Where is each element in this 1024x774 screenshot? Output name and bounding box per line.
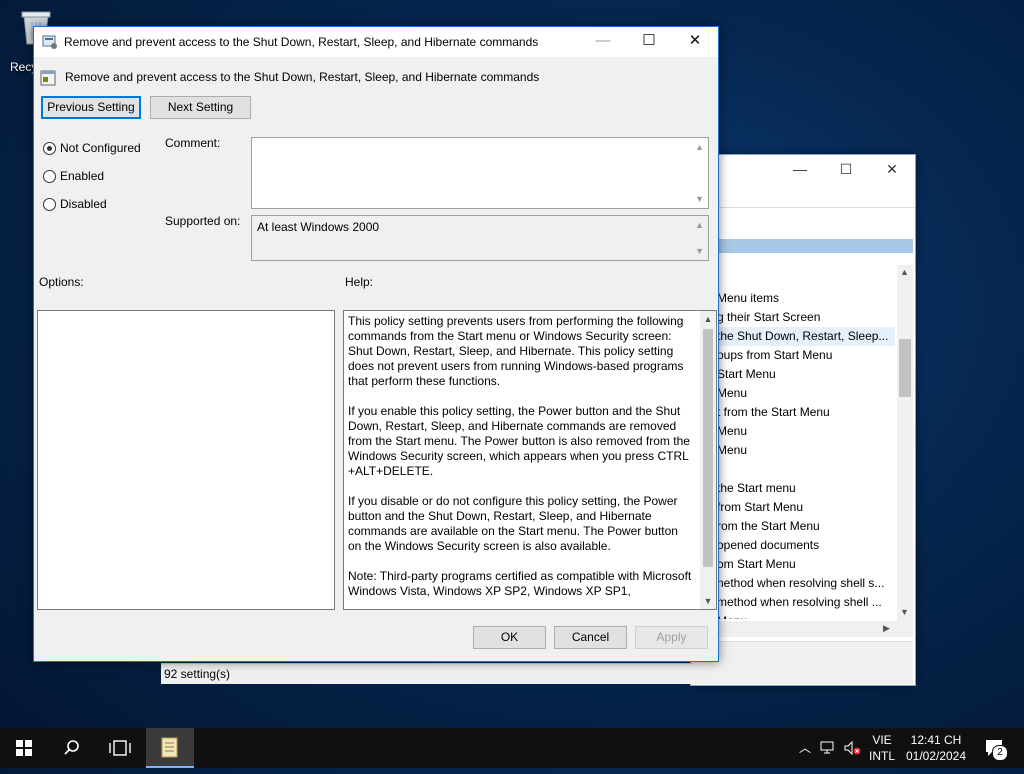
setting-list-item[interactable]: oups from Start Menu xyxy=(717,346,895,365)
maximize-icon: ☐ xyxy=(642,32,656,49)
minimize-icon: — xyxy=(595,32,611,49)
settings-list[interactable]: Menu items g their Start Screen the Shut D… xyxy=(717,289,895,619)
scroll-down-icon[interactable]: ▼ xyxy=(900,607,909,617)
notepad-app-icon xyxy=(161,737,178,758)
bg-horizontal-scrollbar[interactable]: ▶ xyxy=(691,621,913,637)
dialog-title: Remove and prevent access to the Shut Do… xyxy=(64,35,539,49)
radio-enabled-label: Enabled xyxy=(60,169,105,183)
apply-button[interactable]: Apply xyxy=(635,626,708,649)
help-scrollbar[interactable]: ▲ ▼ xyxy=(700,311,716,609)
bg-maximize-button[interactable]: ☐ xyxy=(831,161,861,181)
policy-icon xyxy=(42,35,57,49)
radio-enabled-circle[interactable] xyxy=(43,170,56,183)
setting-list-item[interactable]: Start Menu xyxy=(717,365,895,384)
bg-vertical-scrollbar[interactable]: ▲ ▼ xyxy=(897,265,913,621)
setting-list-item[interactable]: nethod when resolving shell s... xyxy=(717,574,895,593)
setting-list-item[interactable]: g their Start Screen xyxy=(717,308,895,327)
close-icon: ✕ xyxy=(688,32,702,49)
help-scroll-down-icon[interactable]: ▼ xyxy=(700,593,716,609)
taskbar: ︿ VIE INTL 12:41 CH 01/02/2024 2 xyxy=(0,728,1024,768)
task-view-icon xyxy=(109,740,131,756)
lang-code: VIE xyxy=(872,733,892,747)
setting-header: Remove and prevent access to the Shut Do… xyxy=(65,70,540,84)
clock-date: 01/02/2024 xyxy=(905,749,967,763)
setting-list-item[interactable]: Menu xyxy=(717,441,895,460)
supported-scroll-up-icon[interactable]: ▲ xyxy=(695,220,704,230)
network-icon xyxy=(820,741,834,754)
help-scroll-up-icon[interactable]: ▲ xyxy=(700,311,716,327)
search-button[interactable] xyxy=(48,728,96,768)
setting-list-item[interactable]: rom the Start Menu xyxy=(717,517,895,536)
setting-list-item[interactable]: om Start Menu xyxy=(717,555,895,574)
minimize-button[interactable]: — xyxy=(580,27,626,57)
windows-logo-icon xyxy=(16,740,32,756)
radio-not-configured-label: Not Configured xyxy=(60,141,141,155)
scroll-right-icon[interactable]: ▶ xyxy=(883,623,890,634)
scroll-up-icon[interactable]: ▲ xyxy=(900,267,909,277)
clock[interactable]: 12:41 CH 01/02/2024 xyxy=(902,728,970,768)
setting-list-item[interactable]: opened documents xyxy=(717,536,895,555)
help-label: Help: xyxy=(345,275,374,289)
close-button[interactable]: ✕ xyxy=(672,27,718,57)
taskbar-gpedit-app[interactable] xyxy=(146,728,194,768)
supported-on-value: At least Windows 2000 xyxy=(257,220,380,234)
clock-time: 12:41 CH xyxy=(910,733,962,747)
search-icon xyxy=(64,740,79,755)
bg-titlebar[interactable]: — ☐ ✕ xyxy=(691,155,915,185)
maximize-button[interactable]: ☐ xyxy=(626,27,672,57)
speaker-muted-icon xyxy=(844,740,861,756)
setting-list-item[interactable]: Menu xyxy=(717,384,895,403)
comment-scroll-down-icon[interactable]: ▼ xyxy=(695,194,704,204)
show-hidden-icons-button[interactable]: ︿ xyxy=(796,728,814,768)
supported-on-label: Supported on: xyxy=(165,214,241,228)
bg-status-bar xyxy=(691,641,913,684)
setting-list-item[interactable]: Menu items xyxy=(717,289,895,308)
next-setting-button[interactable]: Next Setting xyxy=(150,96,251,119)
supported-scroll-down-icon[interactable]: ▼ xyxy=(695,246,704,256)
setting-list-item[interactable]: Menu xyxy=(717,612,895,619)
group-policy-editor-window[interactable]: — ☐ ✕ Menu items g their Start Screen the … xyxy=(690,154,916,686)
bg-close-button[interactable]: ✕ xyxy=(877,161,907,181)
comment-scroll-up-icon[interactable]: ▲ xyxy=(695,142,704,152)
options-label: Options: xyxy=(39,275,84,289)
setting-list-item[interactable]: method when resolving shell ... xyxy=(717,593,895,612)
action-center-button[interactable]: 2 xyxy=(978,728,1012,768)
keyboard-layout: INTL xyxy=(868,749,895,763)
setting-list-item[interactable]: Menu xyxy=(717,422,895,441)
supported-on-field: At least Windows 2000 ▲ ▼ xyxy=(251,215,709,261)
notification-count-badge: 2 xyxy=(992,745,1008,761)
cancel-button[interactable]: Cancel xyxy=(554,626,627,649)
radio-disabled-circle[interactable] xyxy=(43,198,56,211)
bg-menu-divider xyxy=(691,207,915,208)
dialog-titlebar[interactable]: Remove and prevent access to the Shut Do… xyxy=(34,27,718,57)
chevron-up-icon: ︿ xyxy=(798,741,811,755)
setting-list-item[interactable]: the Start menu xyxy=(717,479,895,498)
options-pane[interactable] xyxy=(37,310,335,610)
comment-textarea[interactable]: ▲ ▼ xyxy=(251,137,709,209)
start-button[interactable] xyxy=(0,728,48,768)
input-language-button[interactable]: VIE INTL xyxy=(866,728,898,768)
policy-setting-dialog[interactable]: Remove and prevent access to the Shut Do… xyxy=(33,26,719,662)
settings-count: 92 setting(s) xyxy=(164,667,231,681)
help-pane[interactable]: This policy setting prevents users from … xyxy=(343,310,717,610)
bg-scroll-thumb[interactable] xyxy=(899,339,911,397)
help-text: This policy setting prevents users from … xyxy=(348,314,692,598)
setting-header-icon xyxy=(40,70,56,86)
setting-list-item[interactable]: from Start Menu xyxy=(717,498,895,517)
volume-button[interactable] xyxy=(842,728,864,768)
help-scroll-thumb[interactable] xyxy=(703,329,713,567)
comment-label: Comment: xyxy=(165,136,221,150)
status-bar: 92 setting(s) xyxy=(161,663,693,684)
bg-column-header xyxy=(691,239,913,253)
radio-disabled-label: Disabled xyxy=(60,197,107,211)
setting-list-item[interactable] xyxy=(717,460,895,479)
setting-list-item[interactable]: t from the Start Menu xyxy=(717,403,895,422)
radio-not-configured-circle[interactable] xyxy=(43,142,56,155)
previous-setting-button[interactable]: Previous Setting xyxy=(41,96,141,119)
ok-button[interactable]: OK xyxy=(473,626,546,649)
setting-list-item[interactable]: the Shut Down, Restart, Sleep... xyxy=(717,327,895,346)
task-view-button[interactable] xyxy=(96,728,144,768)
bg-minimize-button[interactable]: — xyxy=(785,161,815,181)
network-button[interactable] xyxy=(818,728,840,768)
